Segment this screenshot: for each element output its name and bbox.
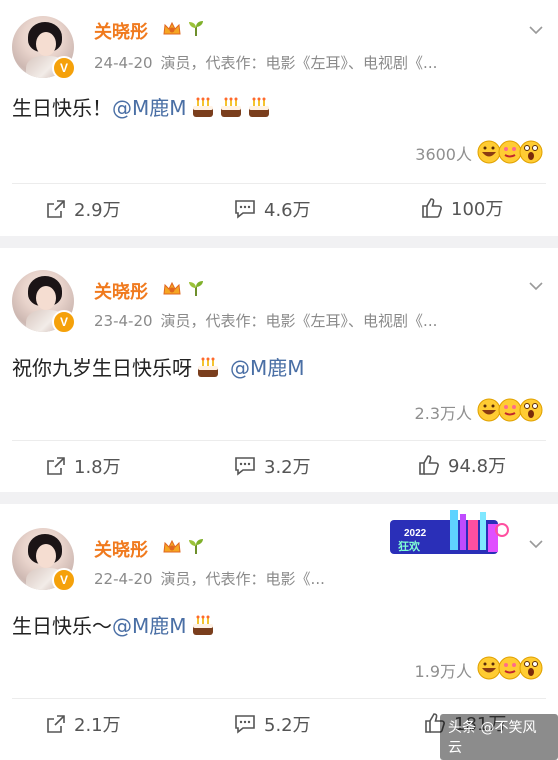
author-name[interactable]: 关晓彤 <box>94 536 148 562</box>
reaction-faces-icon[interactable] <box>476 655 544 681</box>
chevron-down-icon[interactable] <box>528 22 544 38</box>
mention-link[interactable]: @M鹿M <box>112 614 187 638</box>
mention-link[interactable]: @M鹿M <box>230 356 305 380</box>
chevron-down-icon[interactable] <box>528 536 544 552</box>
banner-label: 狂欢 <box>398 539 421 553</box>
repost-count: 2.9万 <box>74 200 121 221</box>
sprout-icon <box>189 281 203 296</box>
post-meta: 23-4-20 演员，代表作：电影《左耳》、电视剧《... <box>94 310 494 331</box>
cake-icon <box>192 615 213 635</box>
like-count: 100万 <box>451 199 504 220</box>
post-text: 生日快乐！@M鹿M <box>12 92 271 121</box>
post-text-body: 祝你九岁生日快乐呀 <box>12 356 192 380</box>
reaction-count[interactable]: 1.9万人 <box>415 658 472 682</box>
banner-year: 2022 <box>404 528 427 539</box>
post-text-body: 生日快乐！ <box>12 96 112 120</box>
post-meta: 24-4-20 演员，代表作：电影《左耳》、电视剧《... <box>94 52 494 73</box>
watermark: 头条 @不笑风云 <box>440 714 558 760</box>
like-button[interactable]: 94.8万 <box>418 453 506 477</box>
comment-count: 4.6万 <box>264 200 311 221</box>
cake-icon <box>198 357 218 377</box>
crown-icon <box>163 539 181 553</box>
author-description: 演员，代表作：电影《左耳》、电视剧《... <box>160 312 438 330</box>
cake-icon <box>192 97 213 117</box>
reaction-faces-icon[interactable] <box>476 397 544 423</box>
like-icon <box>419 455 439 475</box>
comment-icon <box>235 715 255 734</box>
comment-icon <box>235 457 255 476</box>
repost-button[interactable]: 2.9万 <box>46 197 121 221</box>
crown-icon <box>163 281 181 295</box>
repost-button[interactable]: 2.1万 <box>46 712 121 736</box>
weibo-post-2: V 关晓彤 23-4-20 演员，代表作：电影《左耳》、电视剧《... 祝你九岁生… <box>0 248 558 492</box>
cake-icon <box>220 97 241 117</box>
verified-badge-icon: V <box>52 568 76 592</box>
like-count: 94.8万 <box>448 456 507 477</box>
chevron-down-icon[interactable] <box>528 278 544 294</box>
cake-icon <box>248 97 269 117</box>
repost-count: 1.8万 <box>74 457 121 478</box>
sprout-icon <box>189 539 203 554</box>
comment-count: 5.2万 <box>264 715 311 736</box>
comment-icon <box>235 200 255 219</box>
post-text: 生日快乐～@M鹿M <box>12 610 215 639</box>
repost-icon <box>47 457 65 475</box>
post-meta: 22-4-20 演员，代表作：电影《... <box>94 568 364 589</box>
like-button[interactable]: 100万 <box>421 196 503 220</box>
reaction-count[interactable]: 2.3万人 <box>415 400 472 424</box>
mention-link[interactable]: @M鹿M <box>112 96 187 120</box>
post-separator <box>0 236 558 248</box>
post-date: 24-4-20 <box>94 54 153 72</box>
author-name[interactable]: 关晓彤 <box>94 278 148 304</box>
post-text: 祝你九岁生日快乐呀 @M鹿M <box>12 352 305 381</box>
crown-icon <box>163 21 181 35</box>
comment-button[interactable]: 4.6万 <box>234 197 311 221</box>
comment-button[interactable]: 3.2万 <box>234 454 311 478</box>
repost-count: 2.1万 <box>74 715 121 736</box>
repost-button[interactable]: 1.8万 <box>46 454 121 478</box>
weibo-post-1: V 关晓彤 24-4-20 演员，代表作：电影《左耳》、电视剧《... 生日快乐！… <box>0 0 558 236</box>
author-description: 演员，代表作：电影《左耳》、电视剧《... <box>160 54 438 72</box>
sprout-icon <box>189 21 203 36</box>
post-text-body: 生日快乐～ <box>12 614 112 638</box>
verified-badge-icon: V <box>52 310 76 334</box>
post-date: 23-4-20 <box>94 312 153 330</box>
repost-icon <box>47 200 65 218</box>
comment-button[interactable]: 5.2万 <box>234 712 311 736</box>
reaction-faces-icon[interactable] <box>476 139 544 165</box>
repost-icon <box>47 715 65 733</box>
carnival-banner-image[interactable]: 2022 狂欢 <box>390 510 514 562</box>
post-separator <box>0 492 558 504</box>
post-date: 22-4-20 <box>94 570 153 588</box>
author-name[interactable]: 关晓彤 <box>94 18 148 44</box>
author-description: 演员，代表作：电影《... <box>160 570 325 588</box>
verified-badge-icon: V <box>52 56 76 80</box>
like-icon <box>422 198 442 218</box>
reaction-count[interactable]: 3600人 <box>415 141 472 165</box>
comment-count: 3.2万 <box>264 457 311 478</box>
